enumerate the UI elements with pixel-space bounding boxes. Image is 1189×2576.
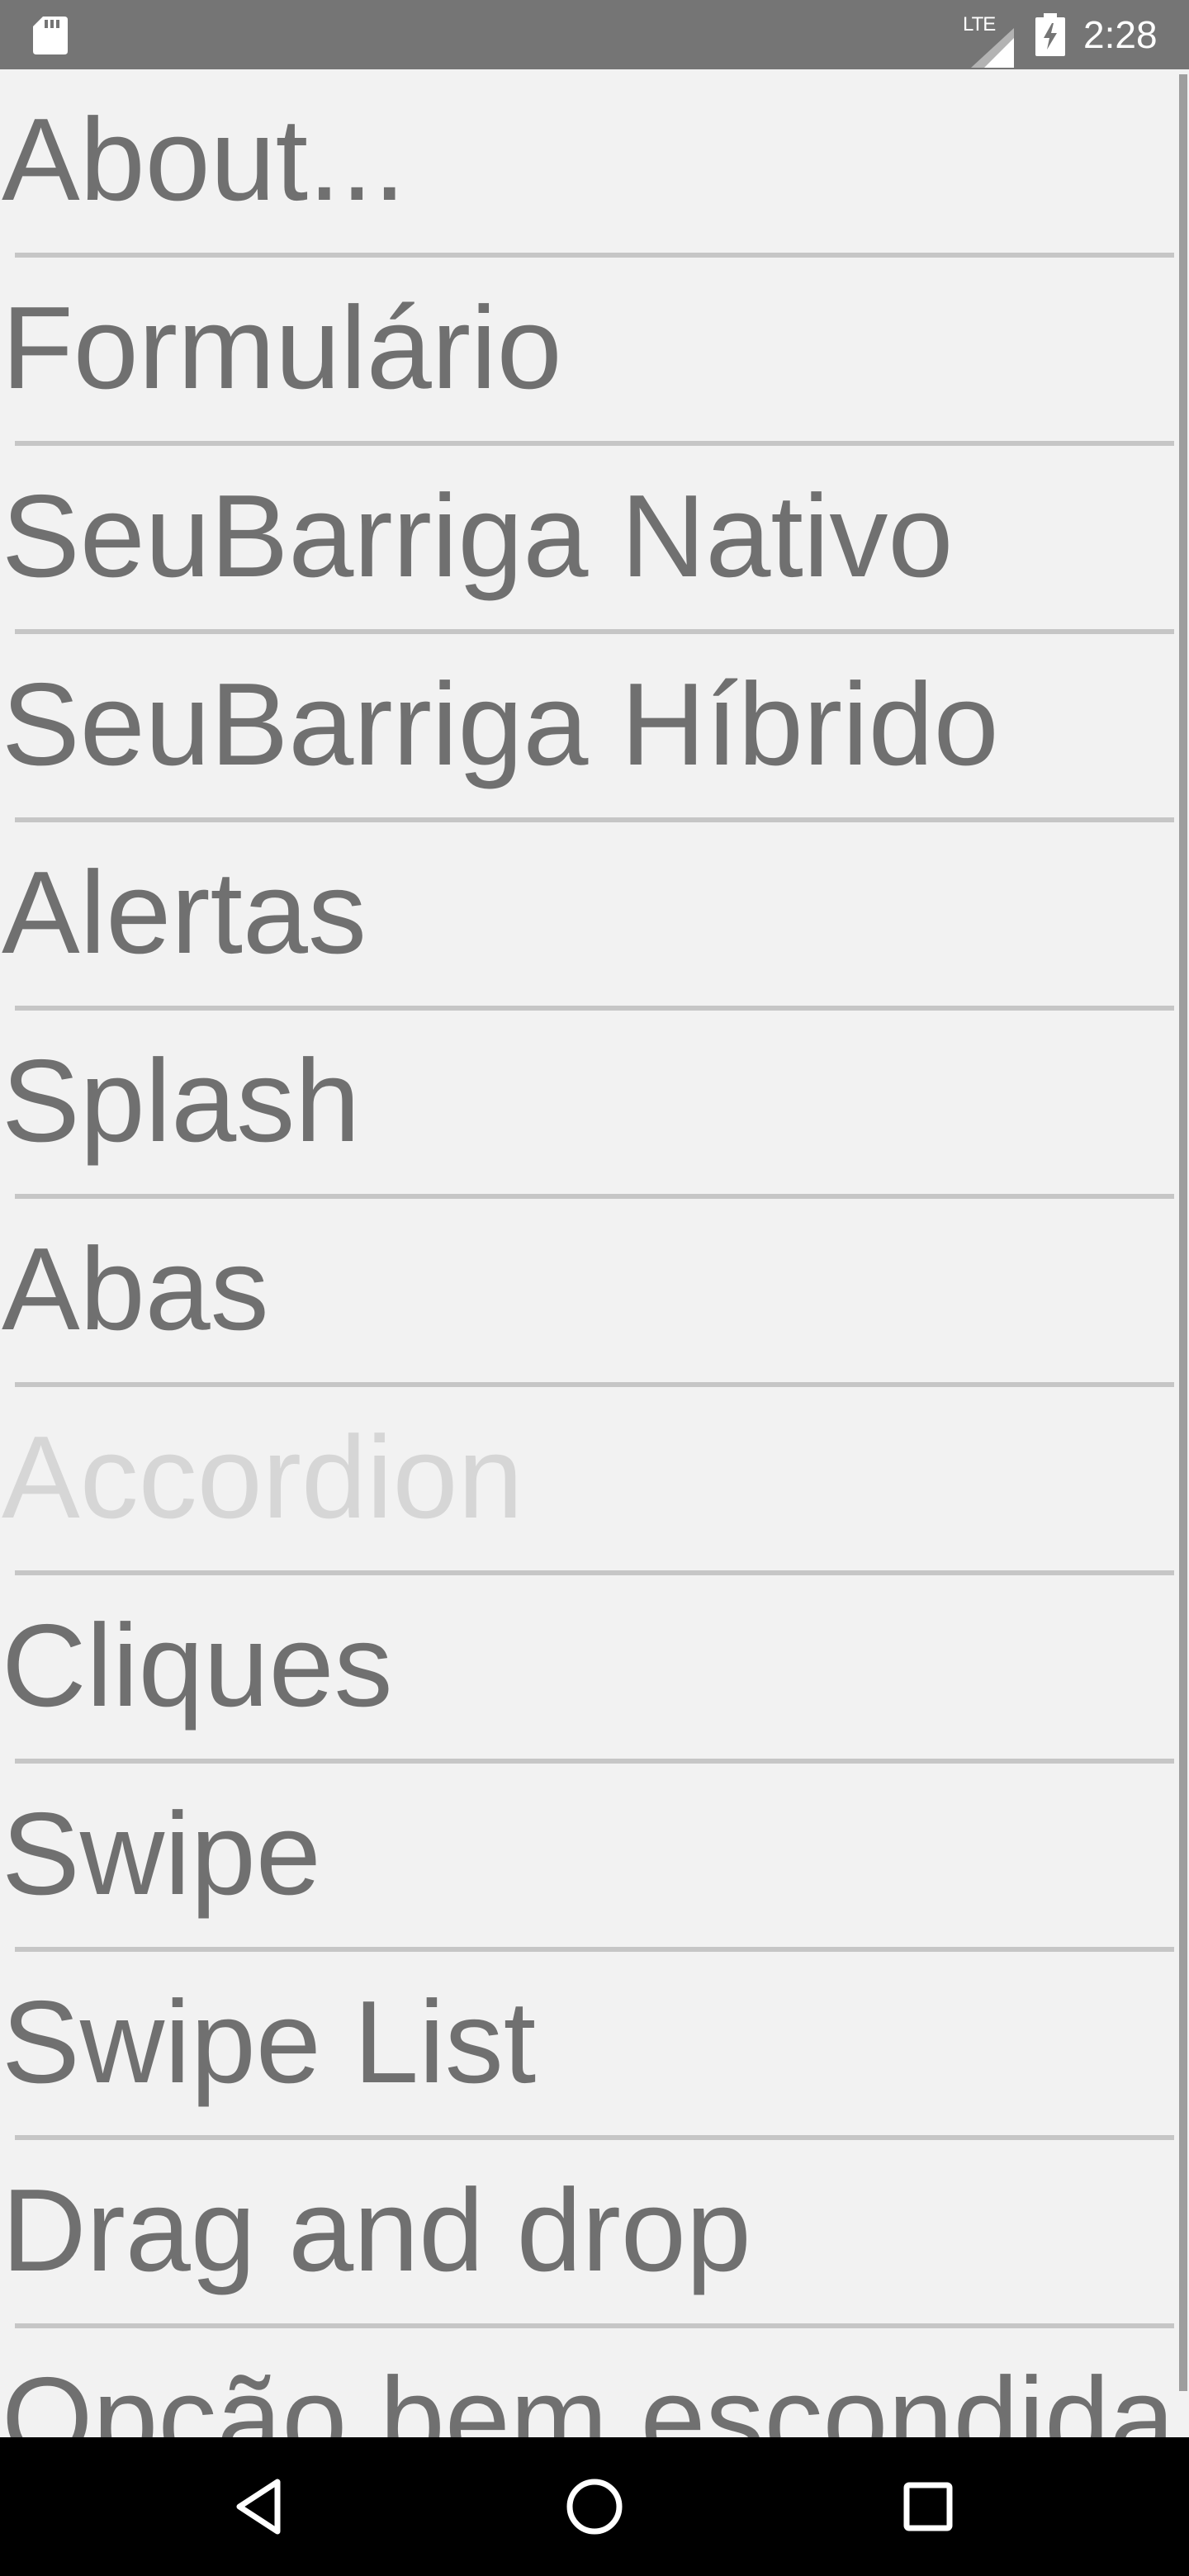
menu-item-label: Swipe List [2,1977,537,2108]
menu-item-drag-and-drop[interactable]: Drag and drop [0,2140,1189,2328]
menu-item-cliques[interactable]: Cliques [0,1575,1189,1764]
clock: 2:28 [1083,13,1158,56]
signal-indicator: LTE [958,12,1016,68]
back-icon[interactable] [228,2474,294,2540]
recents-icon[interactable] [895,2474,961,2540]
scrollbar[interactable] [1179,74,1187,2391]
menu-item-formulario[interactable]: Formulário [0,258,1189,446]
menu-list: About... Formulário SeuBarriga Nativo Se… [0,69,1189,2437]
navigation-bar [0,2437,1189,2576]
menu-item-label: Abas [2,1224,269,1355]
menu-item-seubarriga-hibrido[interactable]: SeuBarriga Híbrido [0,634,1189,822]
menu-item-alertas[interactable]: Alertas [0,822,1189,1011]
menu-item-abas[interactable]: Abas [0,1199,1189,1387]
menu-item-label: SeuBarriga Híbrido [2,659,999,790]
menu-item-accordion: Accordion [0,1387,1189,1575]
menu-item-label: Swipe [2,1788,321,1920]
menu-item-opcao-bem-escondida[interactable]: Opção bem escondida [0,2328,1189,2437]
status-bar: LTE 2:28 [0,0,1189,69]
menu-screen: About... Formulário SeuBarriga Nativo Se… [0,69,1189,2437]
menu-item-swipe[interactable]: Swipe [0,1764,1189,1952]
home-icon[interactable] [561,2474,628,2540]
battery-charging-icon [1035,13,1065,56]
menu-item-label: Accordion [2,1412,523,1543]
menu-item-label: SeuBarriga Nativo [2,471,954,602]
menu-item-seubarriga-nativo[interactable]: SeuBarriga Nativo [0,446,1189,634]
menu-item-label: Cliques [2,1600,393,1731]
menu-item-label: About... [2,94,406,225]
signal-icon [971,28,1014,68]
sd-card-icon [33,17,68,54]
menu-item-splash[interactable]: Splash [0,1011,1189,1199]
menu-item-about[interactable]: About... [0,69,1189,258]
menu-item-label: Drag and drop [2,2165,751,2296]
menu-item-swipe-list[interactable]: Swipe List [0,1952,1189,2140]
menu-item-label: Splash [2,1035,361,1167]
menu-item-label: Alertas [2,847,367,978]
menu-item-label: Opção bem escondida [2,2353,1175,2437]
menu-item-label: Formulário [2,282,562,414]
